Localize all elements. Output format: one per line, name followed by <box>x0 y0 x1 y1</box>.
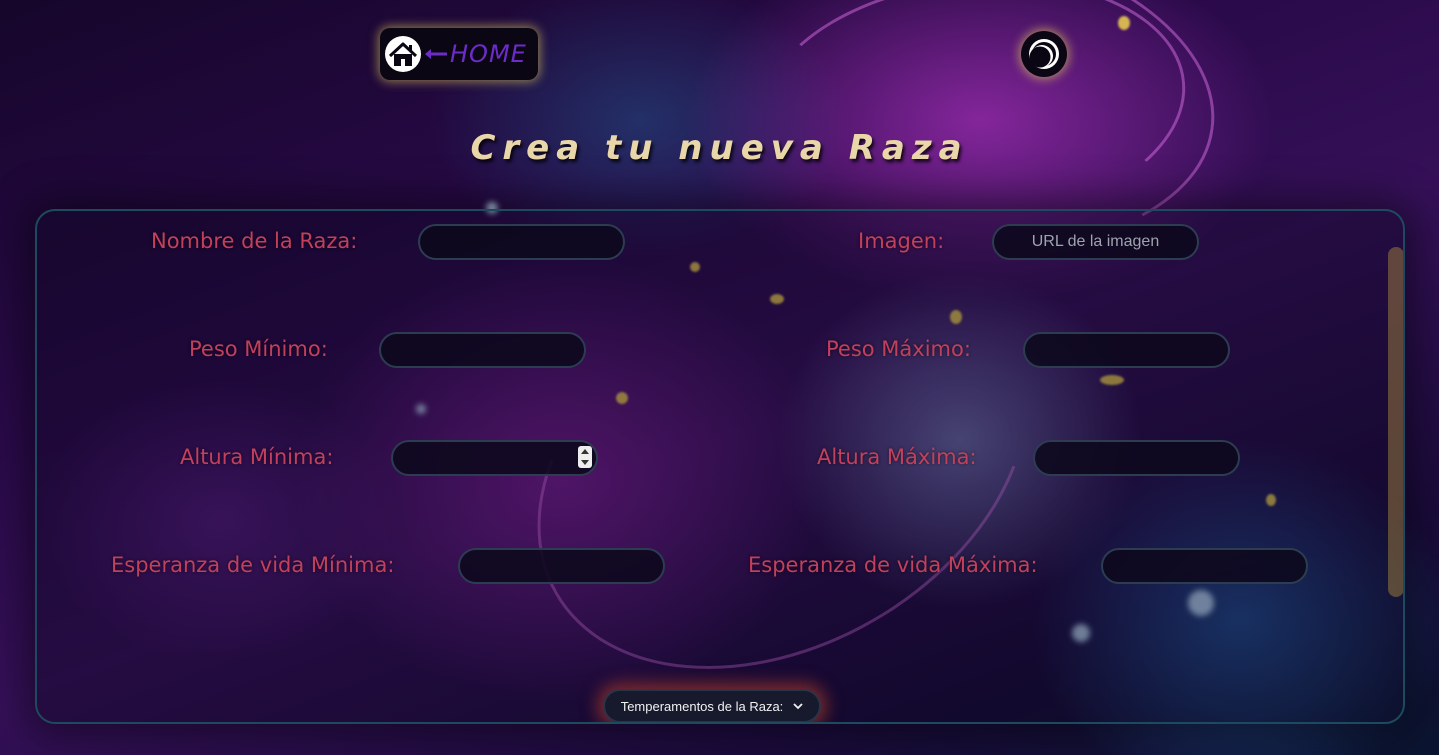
life-max-input[interactable] <box>1101 548 1308 584</box>
height-min-field <box>391 440 598 476</box>
image-url-input[interactable] <box>992 224 1199 260</box>
height-max-label: Altura Máxima: <box>817 445 977 469</box>
theme-toggle-button[interactable] <box>1021 31 1067 77</box>
background-art <box>1118 16 1130 30</box>
image-label: Imagen: <box>858 229 945 253</box>
scrollbar-thumb[interactable] <box>1388 247 1403 597</box>
height-max-input[interactable] <box>1033 440 1240 476</box>
home-icon <box>385 36 421 72</box>
weight-max-input[interactable] <box>1023 332 1230 368</box>
page-title: Crea tu nueva Raza <box>470 128 969 168</box>
height-min-label: Altura Mínima: <box>180 445 334 469</box>
weight-min-input[interactable] <box>379 332 586 368</box>
moon-toggle-icon <box>1029 39 1059 69</box>
chevron-down-icon <box>793 703 803 710</box>
home-label: HOME <box>450 40 527 68</box>
breed-name-input[interactable] <box>418 224 625 260</box>
number-stepper[interactable] <box>578 446 592 468</box>
breed-name-label: Nombre de la Raza: <box>151 229 358 253</box>
height-min-input[interactable] <box>391 440 598 476</box>
life-min-input[interactable] <box>458 548 665 584</box>
temperaments-select[interactable]: Temperamentos de la Raza: <box>603 689 821 722</box>
temperaments-select-label: Temperamentos de la Raza: <box>620 698 784 714</box>
life-min-label: Esperanza de vida Mínima: <box>111 553 395 577</box>
stepper-down-icon[interactable] <box>581 460 589 465</box>
stepper-up-icon[interactable] <box>581 449 589 454</box>
home-button[interactable]: HOME <box>380 28 538 80</box>
weight-min-label: Peso Mínimo: <box>189 337 328 361</box>
weight-max-label: Peso Máximo: <box>826 337 971 361</box>
create-breed-form: Nombre de la Raza: Imagen: Peso Mínimo: … <box>35 209 1405 724</box>
arrow-left-icon <box>425 49 447 59</box>
life-max-label: Esperanza de vida Máxima: <box>748 553 1038 577</box>
